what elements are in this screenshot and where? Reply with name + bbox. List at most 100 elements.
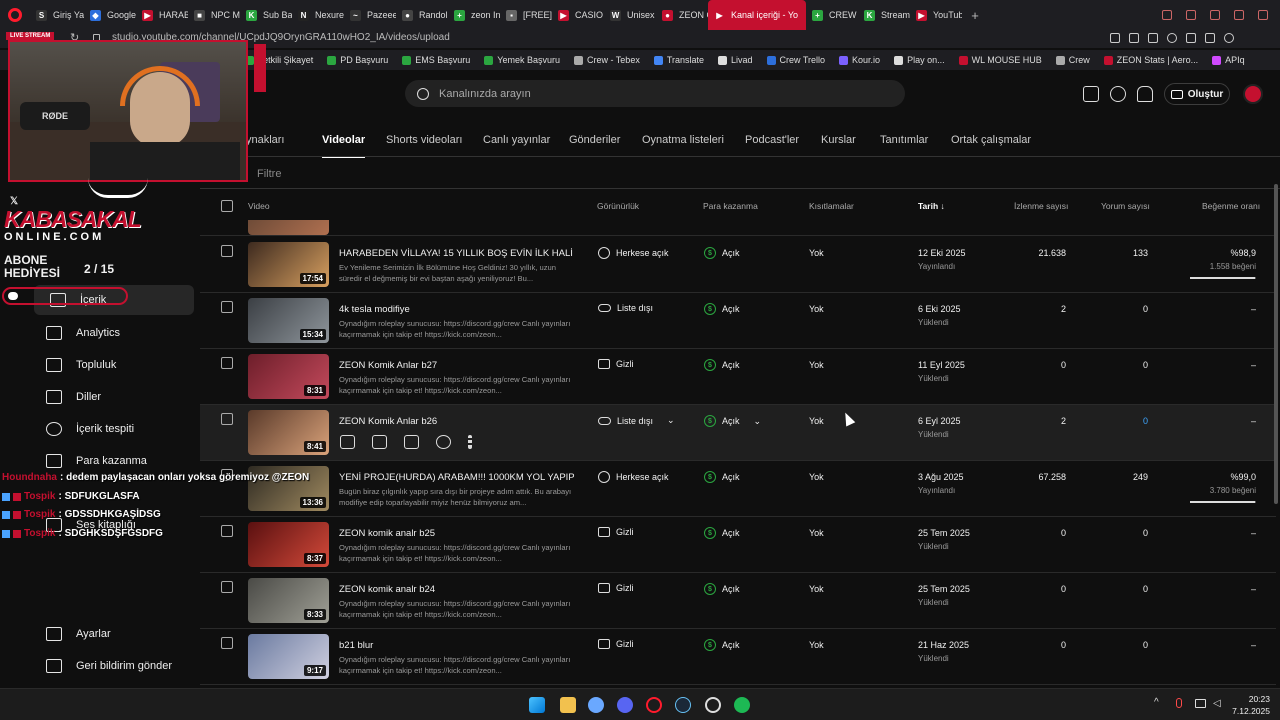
video-title[interactable]: HARABEDEN VİLLAYA! 15 YILLIK BOŞ EVİN İL… [339,248,575,259]
col-restrictions[interactable]: Kısıtlamalar [809,201,854,211]
video-row[interactable]: 8:31 ZEON Komik Anlar b27 Oynadığım rolepl… [200,349,1276,405]
network-icon[interactable] [1195,699,1206,708]
tab-menu-icon[interactable] [1186,10,1196,20]
scrollbar[interactable] [1274,184,1278,504]
visibility-cell[interactable]: Gizli [598,639,634,649]
browser-tab-1[interactable]: S Giriş Yap [30,0,84,30]
steam-icon[interactable] [675,697,691,713]
monetization-icon[interactable] [436,435,451,449]
channel-search-input[interactable]: Kanalınızda arayın [405,80,905,107]
tab-4[interactable]: Gönderiler [569,134,620,146]
video-title[interactable]: YENİ PROJE(HURDA) ARABAM!!! 1000KM YOL Y… [339,472,575,483]
bookmark-3[interactable]: Yemek Başvuru [484,55,560,65]
tab-1[interactable]: Videolar [322,134,366,158]
browser-tab-8[interactable]: ● Randolio [396,0,448,30]
browser-tab-5[interactable]: K Sub Bad [240,0,292,30]
help-icon[interactable] [1110,86,1126,102]
comments-cell[interactable]: 0 [1143,416,1148,426]
opera-logo-icon[interactable] [0,0,30,30]
filter-input[interactable]: Filtre [257,168,281,180]
visibility-cell[interactable]: Herkese açık [598,247,669,259]
col-date[interactable]: Tarih ↓ [918,201,945,211]
browser-tab-9[interactable]: + zeon Inst [448,0,500,30]
browser-tab-15[interactable]: + CREW Y [806,0,858,30]
video-row[interactable]: 8:41 ZEON Komik Anlar b26 Liste dışı ⌄ $ Açık… [200,405,1276,461]
monetization-cell[interactable]: $ Açık [704,639,740,651]
edit-icon[interactable] [340,435,355,449]
opera-gx-icon[interactable] [646,697,662,713]
tab-8[interactable]: Tanıtımlar [880,134,928,146]
row-checkbox[interactable] [221,413,233,425]
video-title[interactable]: ZEON Komik Anlar b27 [339,360,575,371]
browser-tab-6[interactable]: N Nexure [292,0,344,30]
video-title[interactable]: ZEON komik analr b25 [339,528,575,539]
video-thumbnail[interactable]: 8:33 [248,578,329,623]
account-avatar[interactable] [1243,84,1263,104]
visibility-cell[interactable]: Herkese açık [598,471,669,483]
browser-tab-2[interactable]: ◆ Google C [84,0,136,30]
video-thumbnail[interactable]: 9:17 [248,634,329,679]
video-row[interactable]: 9:17 b21 blur Oynadığım roleplay sunucusu:… [200,629,1276,685]
sidebar-item-languages[interactable]: Diller [30,382,200,412]
visibility-cell[interactable]: Gizli [598,359,634,369]
video-thumbnail[interactable]: 8:41 [248,410,329,455]
browser-tab-10[interactable]: ▪ [FREE] P [500,0,552,30]
subtitles-icon[interactable] [1083,86,1099,102]
taskbar-clock[interactable]: 20:23 7.12.2025 [1232,693,1270,717]
browser-tab-17[interactable]: ▶ YouTube [910,0,962,30]
monetization-cell[interactable]: $ Açık [704,583,740,595]
monetization-cell[interactable]: $ Açık ⌄ [704,415,761,427]
notifications-icon[interactable] [1137,86,1153,102]
row-checkbox[interactable] [221,245,233,257]
bookmark-11[interactable]: Crew [1055,55,1090,65]
tab-3[interactable]: Canlı yayınlar [483,134,550,146]
video-title[interactable]: 4k tesla modifiye [339,304,575,315]
browser-tab-4[interactable]: ■ NPC Mo [188,0,240,30]
bookmark-5[interactable]: Translate [653,55,704,65]
monetization-cell[interactable]: $ Açık [704,359,740,371]
tab-6[interactable]: Podcast'ler [745,134,799,146]
browser-tab-11[interactable]: ▶ CASIO S [552,0,604,30]
chevron-down-icon[interactable]: ⌄ [667,415,675,426]
browser-tab-13[interactable]: ● ZEON Cr [656,0,708,30]
browser-tab-7[interactable]: ~ Pazeee [344,0,396,30]
create-button[interactable]: Oluştur [1164,83,1230,105]
new-tab-icon[interactable]: + [966,8,984,23]
comments-icon[interactable] [404,435,419,449]
browser-tab-14[interactable]: ▶ Kanal içeriği - Yo [708,0,806,30]
start-icon[interactable] [529,697,545,713]
video-row[interactable]: 13:36 YENİ PROJE(HURDA) ARABAM!!! 1000KM … [200,461,1276,517]
volume-icon[interactable]: ◁ [1213,698,1221,709]
video-title[interactable]: b21 blur [339,640,575,651]
monetization-cell[interactable]: $ Açık [704,527,740,539]
bookmark-7[interactable]: Crew Trello [766,55,825,65]
minimize-icon[interactable] [1210,10,1220,20]
video-title[interactable]: ZEON Komik Anlar b26 [339,416,575,427]
col-visibility[interactable]: Görünürlük [597,201,639,211]
analytics-icon[interactable] [372,435,387,449]
browser-tab-3[interactable]: ▶ HARABE [136,0,188,30]
app-icon[interactable] [588,697,604,713]
close-icon[interactable] [1258,10,1268,20]
visibility-cell[interactable]: Liste dışı ⌄ [598,415,675,426]
video-row[interactable]: 17:54 HARABEDEN VİLLAYA! 15 YILLIK BOŞ EV… [200,237,1276,293]
row-checkbox[interactable] [221,357,233,369]
visibility-cell[interactable]: Gizli [598,583,634,593]
bookmark-10[interactable]: WL MOUSE HUB [958,55,1042,65]
row-checkbox[interactable] [221,637,233,649]
col-like-ratio[interactable]: Beğenme oranı [1202,201,1260,211]
video-thumbnail[interactable]: 8:31 [248,354,329,399]
bookmark-2[interactable]: EMS Başvuru [402,55,470,65]
discord-icon[interactable] [617,697,633,713]
extension-icons[interactable] [1110,33,1270,44]
row-checkbox[interactable] [221,301,233,313]
select-all-checkbox[interactable] [221,200,233,212]
tab-5[interactable]: Oynatma listeleri [642,134,724,146]
monetization-cell[interactable]: $ Açık [704,471,740,483]
browser-tab-16[interactable]: K Stream [858,0,910,30]
bookmark-8[interactable]: Kour.io [839,55,880,65]
tray-chevron-icon[interactable]: ^ [1154,697,1159,708]
monetization-cell[interactable]: $ Açık [704,303,740,315]
sidebar-item-feedback[interactable]: Geri bildirim gönder [30,651,200,681]
spotify-icon[interactable] [734,697,750,713]
